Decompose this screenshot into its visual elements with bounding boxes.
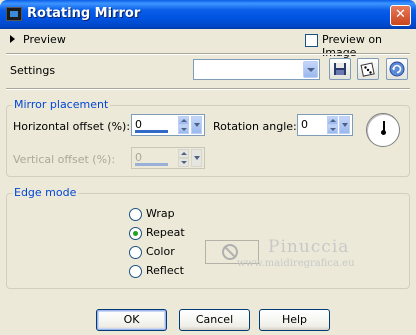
horizontal-offset-stepper[interactable]: 0 — [131, 114, 205, 136]
increment-icon[interactable] — [178, 116, 189, 125]
close-icon: ✕ — [395, 7, 406, 22]
ok-button[interactable]: OK — [96, 309, 167, 331]
rotation-angle-label: Rotation angle: — [213, 120, 297, 133]
chevron-down-icon[interactable] — [191, 116, 202, 134]
rotation-angle-value[interactable]: 0 — [301, 118, 308, 131]
vertical-offset-stepper: 0 — [131, 147, 205, 169]
save-icon — [334, 63, 346, 75]
settings-label: Settings — [10, 64, 56, 77]
radio-wrap-label[interactable]: Wrap — [146, 207, 175, 220]
radio-color[interactable] — [129, 246, 142, 259]
preset-select[interactable] — [193, 59, 320, 80]
watermark-url: www.maidiregrafica.eu — [237, 258, 355, 269]
cancel-button[interactable]: Cancel — [179, 309, 250, 331]
radio-repeat[interactable] — [129, 227, 142, 240]
reset-icon — [389, 61, 405, 77]
reset-button[interactable] — [386, 58, 408, 80]
divider — [6, 88, 410, 90]
save-preset-button[interactable] — [329, 58, 351, 80]
mirror-placement-legend: Mirror placement — [12, 98, 111, 111]
increment-icon — [178, 149, 189, 158]
app-icon — [6, 7, 22, 21]
increment-icon[interactable] — [327, 116, 338, 125]
dice-icon — [360, 62, 375, 77]
randomize-button[interactable] — [357, 58, 379, 80]
rotation-angle-stepper[interactable]: 0 — [297, 114, 353, 136]
close-button[interactable]: ✕ — [390, 5, 411, 26]
radio-reflect-label[interactable]: Reflect — [146, 264, 184, 277]
preview-on-image-checkbox[interactable] — [305, 34, 318, 47]
dial-center — [381, 130, 386, 135]
decrement-icon — [178, 158, 189, 167]
value-slider-bar[interactable] — [135, 130, 168, 133]
window-title: Rotating Mirror — [27, 6, 141, 21]
divider — [6, 53, 410, 55]
preview-on-image-label: Preview on Image — [322, 33, 383, 59]
expand-arrow-icon[interactable] — [10, 35, 15, 43]
preview-toggle-label[interactable]: Preview — [23, 33, 66, 46]
chevron-down-icon[interactable] — [303, 61, 318, 78]
chevron-down-icon — [191, 149, 202, 167]
watermark-name: Pinuccia — [268, 237, 350, 257]
decrement-icon[interactable] — [327, 125, 338, 134]
spin-buttons — [178, 149, 189, 167]
vertical-offset-label: Vertical offset (%): — [13, 153, 116, 166]
chevron-down-icon[interactable] — [339, 116, 350, 134]
spin-buttons[interactable] — [327, 116, 338, 134]
radio-color-label[interactable]: Color — [146, 245, 175, 258]
edge-mode-legend: Edge mode — [12, 186, 79, 199]
radio-repeat-label[interactable]: Repeat — [146, 226, 185, 239]
spin-buttons[interactable] — [178, 116, 189, 134]
horizontal-offset-label: Horizontal offset (%): — [13, 120, 131, 133]
radio-reflect[interactable] — [129, 265, 142, 278]
value-slider-bar — [135, 163, 168, 166]
help-button[interactable]: Help — [259, 309, 330, 331]
decrement-icon[interactable] — [178, 125, 189, 134]
radio-wrap[interactable] — [129, 208, 142, 221]
no-color-icon — [222, 244, 238, 260]
angle-dial[interactable] — [366, 113, 400, 147]
